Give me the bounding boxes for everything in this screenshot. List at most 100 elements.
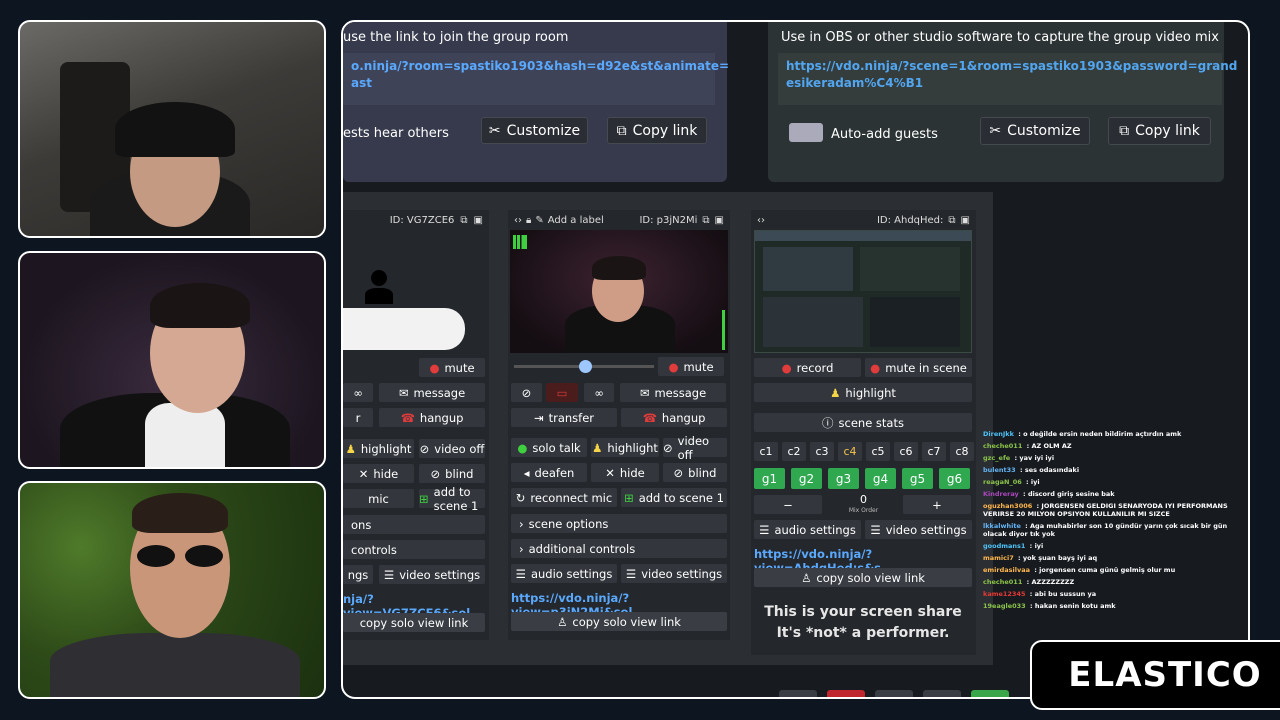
copy-icon[interactable]: ⧉ xyxy=(948,215,955,226)
toolbar-button[interactable] xyxy=(779,690,817,697)
mute-icon: ● xyxy=(870,360,881,375)
mic-off-icon: ● xyxy=(668,359,679,374)
hide-button[interactable]: ✕ hide xyxy=(343,464,414,483)
guest-grid: ID: VG7ZCE6 ⧉ ▣ ● mute ∞ ✉ message r ☎ hangup… xyxy=(343,192,993,665)
additional-controls-toggle[interactable]: › additional controls xyxy=(511,539,727,558)
volume-slider[interactable] xyxy=(514,360,654,373)
lock-icon[interactable]: 🔒︎ xyxy=(526,215,531,226)
scene-options-toggle[interactable]: › scene options xyxy=(511,514,727,533)
copy-link-button[interactable]: ⧉ Copy link xyxy=(1108,117,1211,145)
suit xyxy=(50,633,300,697)
chat-overlay: DirenJkk : o değilde ersin neden bildiri… xyxy=(983,430,1253,614)
reorder-icon[interactable]: ‹› xyxy=(514,215,522,226)
mute-button[interactable]: ● mute xyxy=(419,358,485,377)
reconnect-mic-button[interactable]: mic xyxy=(343,489,414,508)
video-off-button[interactable]: ⊘ video off xyxy=(419,439,485,458)
customize-button[interactable]: ✂ Customize xyxy=(980,117,1090,145)
reconnect-mic-button[interactable]: ↻ reconnect mic xyxy=(511,488,617,507)
binoculars-button[interactable]: ∞ xyxy=(584,383,614,402)
scene-c8-button[interactable]: c8 xyxy=(950,442,974,461)
scene-c3-button[interactable]: c3 xyxy=(810,442,834,461)
scene-g4-button[interactable]: g4 xyxy=(865,468,896,489)
toolbar-button-red[interactable] xyxy=(827,690,865,697)
highlight-button[interactable]: ♟ highlight xyxy=(343,439,414,458)
guest-id: ID: VG7ZCE6 xyxy=(389,214,455,226)
scene-c5-button[interactable]: c5 xyxy=(866,442,890,461)
mix-order-minus-button[interactable]: − xyxy=(754,495,822,514)
scene-g6-button[interactable]: g6 xyxy=(939,468,970,489)
deafen-button[interactable]: ◂ deafen xyxy=(511,463,587,482)
add-to-scene-button[interactable]: ⊞ add to scene 1 xyxy=(621,488,727,507)
scene-g3-button[interactable]: g3 xyxy=(828,468,859,489)
add-to-scene-button[interactable]: ⊞ add to scene 1 xyxy=(419,485,485,513)
binoculars-button[interactable]: ∞ xyxy=(343,383,373,402)
solo-talk-button[interactable]: ● solo talk xyxy=(511,438,587,457)
toolbar-button-green[interactable] xyxy=(971,690,1009,697)
sliders-icon: ☰ xyxy=(383,567,395,582)
copy-icon[interactable]: ⧉ xyxy=(460,215,467,226)
group-room-link[interactable]: o.ninja/?room=spastiko1903&hash=d92e&st&… xyxy=(343,53,729,105)
transfer-button[interactable]: r xyxy=(343,408,373,427)
blind-button[interactable]: ⊘ blind xyxy=(663,463,727,482)
volume-slider-thumb[interactable] xyxy=(579,360,592,373)
window-icon[interactable]: ▣ xyxy=(715,215,724,226)
highlight-button[interactable]: ♟ highlight xyxy=(591,438,659,457)
mute-button[interactable]: ● mute xyxy=(658,357,724,376)
blind-button[interactable]: ⊘ blind xyxy=(419,464,485,483)
chat-separator: : xyxy=(1024,578,1032,586)
scene-options-toggle[interactable]: ons xyxy=(343,515,485,534)
camera-icon: ▭ xyxy=(556,385,568,400)
scene-c2-button[interactable]: c2 xyxy=(782,442,806,461)
chat-username: gzc_efe xyxy=(983,454,1011,462)
video-settings-button[interactable]: ☰ video settings xyxy=(865,520,972,539)
message-button[interactable]: ✉ message xyxy=(620,383,726,402)
copy-icon: ⧉ xyxy=(616,122,627,139)
scene-link[interactable]: https://vdo.ninja/?scene=1&room=spastiko… xyxy=(778,53,1237,105)
audio-settings-button[interactable]: ☰ audio settings xyxy=(511,564,617,583)
mute-video-button[interactable]: ⊘ xyxy=(511,383,542,402)
scene-g2-button[interactable]: g2 xyxy=(791,468,822,489)
camera-button[interactable]: ▭ xyxy=(546,383,578,402)
video-settings-button[interactable]: ☰ video settings xyxy=(379,565,485,584)
video-settings-button[interactable]: ☰ video settings xyxy=(621,564,727,583)
scene-stats-button[interactable]: ⓘ scene stats xyxy=(754,413,972,432)
mix-order-plus-button[interactable]: + xyxy=(903,495,971,514)
copy-solo-link-button[interactable]: ♙ copy solo view link xyxy=(511,612,727,631)
mute-in-scene-button[interactable]: ● mute in scene xyxy=(865,358,972,377)
video-off-button[interactable]: ⊘ video off xyxy=(663,434,727,462)
toolbar-button[interactable] xyxy=(875,690,913,697)
chat-text: yok şuan bayş iyi aq xyxy=(1022,554,1098,562)
copy-solo-link-button[interactable]: copy solo view link xyxy=(343,613,485,632)
copy-link-button[interactable]: ⧉ Copy link xyxy=(607,117,707,144)
transfer-icon: ⇥ xyxy=(533,410,544,425)
auto-add-toggle[interactable] xyxy=(789,123,823,142)
highlight-button[interactable]: ♟ highlight xyxy=(754,383,972,402)
edit-icon[interactable]: ✎ xyxy=(535,215,543,226)
hangup-button[interactable]: ☎ hangup xyxy=(621,408,727,427)
scene-g1-button[interactable]: g1 xyxy=(754,468,785,489)
additional-controls-toggle[interactable]: controls xyxy=(343,540,485,559)
scene-c7-button[interactable]: c7 xyxy=(922,442,946,461)
reorder-icon[interactable]: ‹› xyxy=(757,215,765,226)
label-field[interactable]: Add a label xyxy=(548,215,604,226)
transfer-button[interactable]: ⇥ transfer xyxy=(511,408,617,427)
window-icon[interactable]: ▣ xyxy=(474,215,483,226)
message-button[interactable]: ✉ message xyxy=(379,383,485,402)
customize-button[interactable]: ✂ Customize xyxy=(481,117,588,144)
record-button[interactable]: ● record xyxy=(754,358,861,377)
window-icon[interactable]: ▣ xyxy=(961,215,970,226)
scene-c1-button[interactable]: c1 xyxy=(754,442,778,461)
scene-g5-button[interactable]: g5 xyxy=(902,468,933,489)
tools-icon: ✂ xyxy=(488,122,501,139)
audio-settings-button[interactable]: ngs xyxy=(343,565,373,584)
hangup-button[interactable]: ☎ hangup xyxy=(379,408,485,427)
copy-solo-link-button[interactable]: ♙ copy solo view link xyxy=(754,568,972,587)
toolbar-button[interactable] xyxy=(923,690,961,697)
mix-order-value: 0 xyxy=(860,493,867,506)
eye-slash-icon: ⊘ xyxy=(673,465,684,480)
hide-button[interactable]: ✕ hide xyxy=(591,463,659,482)
scene-c6-button[interactable]: c6 xyxy=(894,442,918,461)
scene-c4-button[interactable]: c4 xyxy=(838,442,862,461)
copy-icon[interactable]: ⧉ xyxy=(702,215,709,226)
audio-settings-button[interactable]: ☰ audio settings xyxy=(754,520,861,539)
